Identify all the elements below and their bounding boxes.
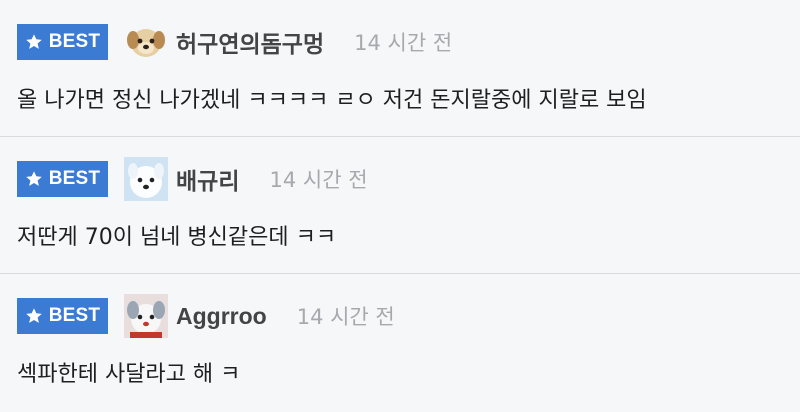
username[interactable]: 허구연의돔구멍 — [176, 25, 324, 59]
best-badge: BEST — [17, 161, 108, 197]
avatar[interactable] — [124, 294, 168, 338]
best-badge-label: BEST — [48, 305, 101, 326]
best-badge: BEST — [17, 298, 108, 334]
avatar[interactable] — [124, 157, 168, 201]
puppy-avatar-icon — [127, 29, 165, 57]
timestamp: 14 시간 전 — [354, 31, 453, 55]
white-dog-avatar-icon — [124, 157, 168, 201]
comment-header: BEST Aggrroo 14 시간 전 — [17, 294, 395, 338]
avatar[interactable] — [124, 20, 168, 64]
comment-item: BEST 배규리 14 시간 전 저딴게 70이 넘네 병신같은데 ㅋㅋ — [0, 137, 800, 274]
comment-item: BEST Aggrroo 14 시간 전 섹파한테 사달라고 해 ㅋ — [0, 274, 800, 412]
best-badge: BEST — [17, 24, 108, 60]
best-badge-label: BEST — [48, 31, 101, 52]
white-dog-avatar-icon — [124, 294, 168, 338]
star-icon — [26, 171, 42, 186]
comment-header: BEST 허구연의돔구멍 14 시간 전 — [17, 24, 452, 60]
star-icon — [26, 308, 42, 323]
comment-header: BEST 배규리 14 시간 전 — [17, 157, 368, 201]
comment-item: BEST 허구연의돔구멍 14 시간 전 올 나가면 정신 나가겠네 ㅋㅋㅋㅋ … — [0, 0, 800, 137]
comment-text: 올 나가면 정신 나가겠네 ㅋㅋㅋㅋ ㄹㅇ 저건 돈지랄중에 지랄로 보임 — [17, 88, 647, 113]
timestamp: 14 시간 전 — [296, 305, 395, 329]
username[interactable]: 배규리 — [176, 162, 239, 196]
username[interactable]: Aggrroo — [176, 303, 267, 330]
comment-text: 저딴게 70이 넘네 병신같은데 ㅋㅋ — [17, 225, 337, 250]
star-icon — [26, 34, 42, 49]
comment-text: 섹파한테 사달라고 해 ㅋ — [17, 362, 241, 387]
best-badge-label: BEST — [48, 168, 101, 189]
timestamp: 14 시간 전 — [269, 168, 368, 192]
